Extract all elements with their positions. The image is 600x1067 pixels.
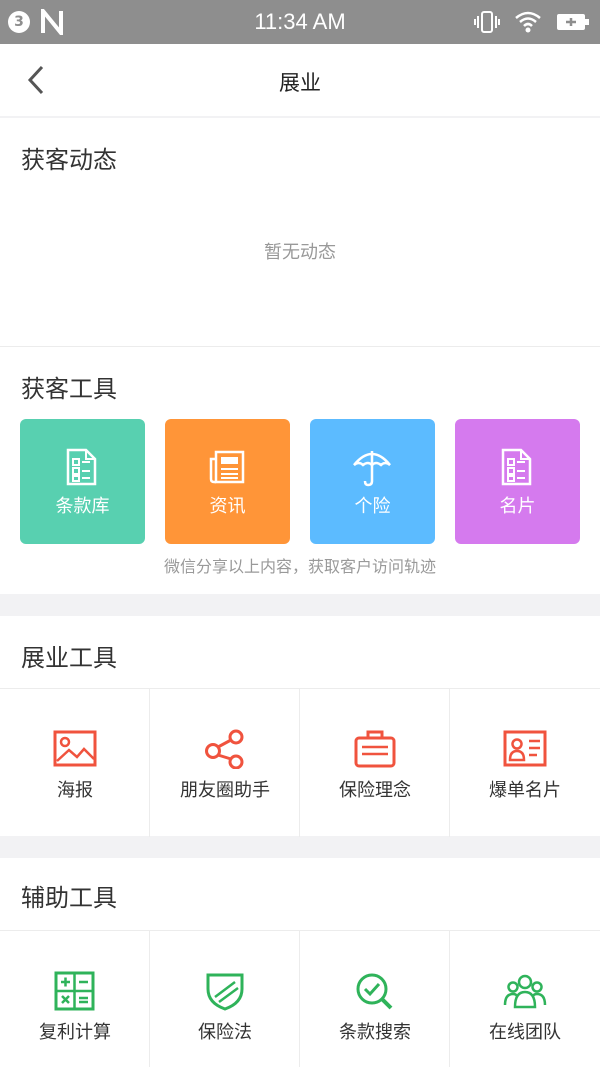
calculator-icon [54,971,95,1011]
page-title: 展业 [279,71,321,95]
business-tools-grid: 海报 朋友圈助手 保险理念 爆单名片 [0,688,600,837]
empty-state-text: 暂无动态 [264,242,336,263]
tile-clause-library[interactable]: 条款库 [20,419,145,544]
clause-doc-icon [66,448,97,486]
status-bar: 3 11:34 AM [0,0,600,44]
tile-news[interactable]: 资讯 [165,419,290,544]
tile-label: 条款库 [55,496,110,517]
image-icon [53,730,97,767]
tool-online-team[interactable]: 在线团队 [450,931,600,1067]
tool-label: 保险理念 [339,780,411,801]
business-tools-title: 展业工具 [21,644,117,672]
tool-moments-assistant[interactable]: 朋友圈助手 [150,689,300,837]
nav-bar: 展业 [0,44,600,116]
tool-label: 保险法 [198,1022,252,1043]
tool-hot-card[interactable]: 爆单名片 [450,689,600,837]
tool-poster[interactable]: 海报 [0,689,150,837]
tile-label: 资讯 [209,496,246,517]
newspaper-icon [209,450,245,484]
tool-label: 朋友圈助手 [180,780,270,801]
tool-label: 海报 [57,780,93,801]
battery-charging-icon [557,14,589,30]
business-tools-section: 展业工具 海报 朋友圈助手 保险理念 爆单名片 [0,616,600,837]
dynamics-section: 获客动态 暂无动态 [0,118,600,346]
shield-icon [206,973,244,1011]
tool-label: 条款搜索 [339,1022,411,1043]
acquisition-tools-title: 获客工具 [21,375,117,403]
tool-label: 复利计算 [39,1022,111,1043]
tool-insurance-law[interactable]: 保险法 [150,931,300,1067]
umbrella-icon [353,451,391,487]
tile-business-card[interactable]: 名片 [455,419,580,544]
card-doc-icon [501,448,532,486]
aux-tools-title: 辅助工具 [21,884,117,912]
briefcase-icon [354,730,396,768]
acquisition-tools-section: 获客工具 条款库 资讯 个险 名片 微信分享以上内容，获取客户访问轨迹 [0,346,600,594]
search-check-icon [356,973,393,1010]
id-card-icon [503,730,547,767]
tool-clause-search[interactable]: 条款搜索 [300,931,450,1067]
aux-tools-grid: 复利计算 保险法 条款搜索 在线团队 [0,930,600,1067]
tile-personal-insurance[interactable]: 个险 [310,419,435,544]
share-hint-text: 微信分享以上内容，获取客户访问轨迹 [163,557,436,576]
share-icon [205,729,244,769]
tool-compound-interest[interactable]: 复利计算 [0,931,150,1067]
tool-label: 爆单名片 [489,780,561,801]
tile-label: 个险 [354,496,391,517]
dynamics-title: 获客动态 [21,146,117,174]
vibrate-icon [474,11,500,33]
tile-label: 名片 [499,496,536,517]
team-icon [503,974,547,1009]
tool-label: 在线团队 [489,1022,561,1043]
aux-tools-section: 辅助工具 复利计算 保险法 条款搜索 在线团队 [0,858,600,1067]
tool-insurance-concepts[interactable]: 保险理念 [300,689,450,837]
wifi-icon [515,11,541,33]
